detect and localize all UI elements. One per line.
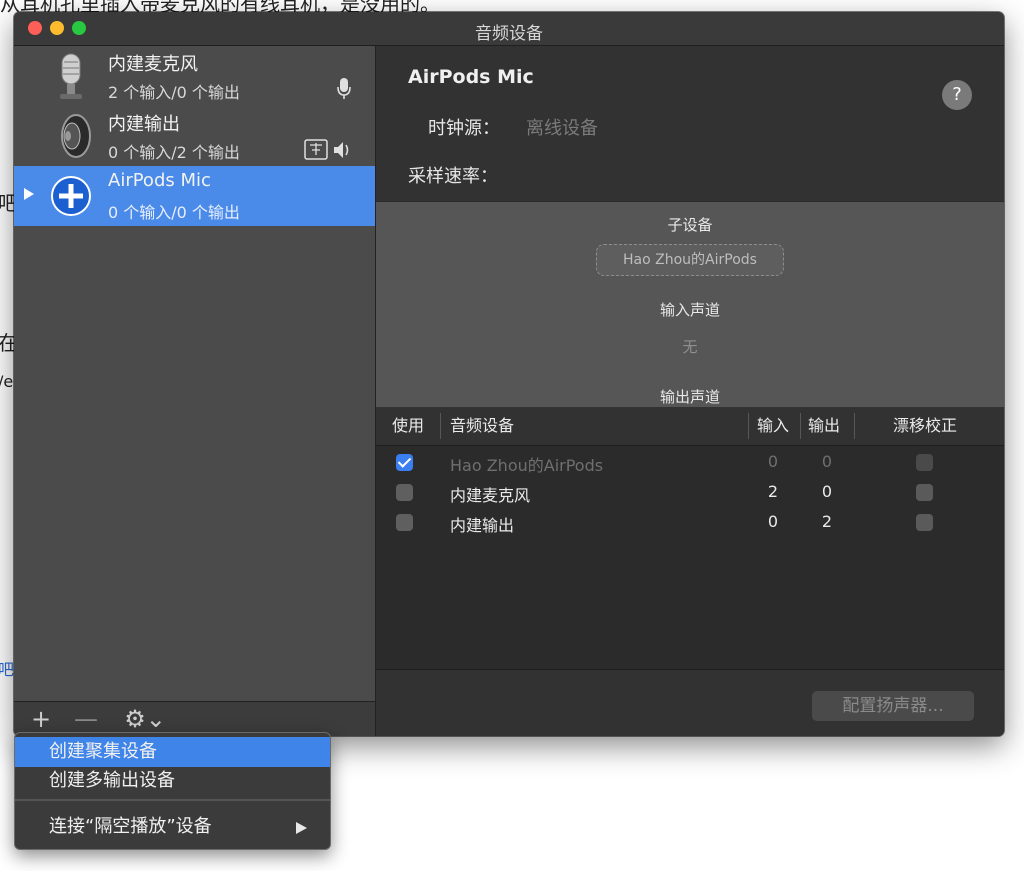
use-checkbox[interactable] xyxy=(396,454,413,471)
aggregate-plus-icon xyxy=(51,176,91,216)
column-divider xyxy=(854,413,855,439)
column-divider xyxy=(440,413,441,439)
drift-correction-checkbox[interactable] xyxy=(916,454,933,471)
row-device-name: 内建麦克风 xyxy=(450,486,531,505)
clock-source-label: 时钟源： xyxy=(428,118,500,139)
mic-small-icon xyxy=(337,78,351,99)
gear-popup-menu: 创建聚集设备 创建多输出设备 连接“隔空播放”设备 xyxy=(14,732,331,850)
table-row: Hao Zhou的AirPods 0 0 xyxy=(376,448,1004,478)
sample-rate-label: 采样速率： xyxy=(408,166,498,187)
menu-item-create-aggregate[interactable]: 创建聚集设备 xyxy=(15,737,330,767)
help-button[interactable]: ? xyxy=(942,80,972,110)
column-header-output[interactable]: 输出 xyxy=(808,407,840,445)
disclosure-triangle-icon[interactable] xyxy=(24,188,34,200)
background-fragment: 吧 xyxy=(0,660,15,679)
device-io-summary: 0 个输入/0 个输出 xyxy=(108,203,240,222)
table-header: 使用 音频设备 输入 输出 漂移校正 xyxy=(376,407,1004,446)
column-header-input[interactable]: 输入 xyxy=(757,407,789,445)
subdevices-heading: 子设备 xyxy=(667,216,713,234)
row-input-count: 0 xyxy=(767,452,779,471)
column-divider xyxy=(800,413,801,439)
menu-separator xyxy=(15,799,330,801)
gear-menu-button[interactable]: ⚙⌄ xyxy=(122,702,168,736)
speaker-icon xyxy=(61,114,91,158)
menu-item-label: 连接“隔空播放”设备 xyxy=(49,816,212,837)
subdevice-chip[interactable]: Hao Zhou的AirPods xyxy=(596,244,784,276)
output-channels-heading: 输出声道 xyxy=(659,388,720,406)
subdevice-table: 使用 音频设备 输入 输出 漂移校正 Hao Zhou的AirPods 0 0 … xyxy=(376,407,1004,669)
menu-item-connect-airplay[interactable]: 连接“隔空播放”设备 xyxy=(15,812,330,842)
device-name: 内建输出 xyxy=(108,114,180,135)
table-row: 内建输出 0 2 xyxy=(376,508,1004,538)
input-channels-heading: 输入声道 xyxy=(659,301,720,319)
column-header-device[interactable]: 音频设备 xyxy=(450,407,514,445)
column-header-use[interactable]: 使用 xyxy=(392,407,424,445)
menu-item-create-multi-output[interactable]: 创建多输出设备 xyxy=(15,766,330,796)
device-item-builtin-output[interactable]: 内建输出 0 个输入/2 个输出 xyxy=(14,106,375,166)
add-device-button[interactable]: + xyxy=(30,702,52,736)
menu-item-label: 创建聚集设备 xyxy=(49,741,157,762)
audio-devices-window: 音频设备 内建麦克风 2 个输入/0 个输出 内建输出 0 个输入/2 个输出 … xyxy=(14,12,1004,736)
device-io-summary: 0 个输入/2 个输出 xyxy=(108,143,240,162)
submenu-arrow-icon xyxy=(296,822,307,834)
device-item-builtin-mic[interactable]: 内建麦克风 2 个输入/0 个输出 xyxy=(14,46,375,106)
row-output-count: 0 xyxy=(821,452,833,471)
row-output-count: 2 xyxy=(821,512,833,531)
title-bar[interactable]: 音频设备 xyxy=(14,12,1004,46)
device-item-airpods-mic[interactable]: AirPods Mic 0 个输入/0 个输出 xyxy=(14,166,375,226)
remove-device-button[interactable]: — xyxy=(74,702,98,736)
row-input-count: 0 xyxy=(767,512,779,531)
menu-item-label: 创建多输出设备 xyxy=(49,770,175,791)
row-output-count: 0 xyxy=(821,482,833,501)
sidebar-footer: + — ⚙⌄ xyxy=(14,701,376,736)
input-channels-value: 无 xyxy=(682,338,698,356)
device-detail-panel: AirPods Mic ? 时钟源： 离线设备 采样速率： 子设备 Hao Zh… xyxy=(376,46,1004,736)
clock-source-value[interactable]: 离线设备 xyxy=(526,114,598,140)
row-device-name: Hao Zhou的AirPods xyxy=(450,456,604,475)
device-io-summary: 2 个输入/0 个输出 xyxy=(108,83,240,102)
use-checkbox[interactable] xyxy=(396,514,413,531)
drift-correction-checkbox[interactable] xyxy=(916,514,933,531)
column-header-drift[interactable]: 漂移校正 xyxy=(893,407,957,445)
device-name: 内建麦克风 xyxy=(108,54,198,75)
microphone-icon xyxy=(60,53,82,99)
drift-correction-checkbox[interactable] xyxy=(916,484,933,501)
configure-speakers-button[interactable]: 配置扬声器... xyxy=(812,691,974,721)
device-title: AirPods Mic xyxy=(408,66,534,88)
column-divider xyxy=(748,413,749,439)
subdevice-panel: 子设备 Hao Zhou的AirPods 输入声道 无 输出声道 xyxy=(376,201,1004,408)
background-fragment: /e xyxy=(0,372,14,391)
table-row: 内建麦克风 2 0 xyxy=(376,478,1004,508)
finder-speaker-icon xyxy=(304,139,349,160)
row-device-name: 内建输出 xyxy=(450,516,515,535)
window-title: 音频设备 xyxy=(475,24,543,44)
device-name: AirPods Mic xyxy=(108,170,211,191)
config-area: 配置扬声器... xyxy=(376,669,1004,736)
device-list-sidebar: 内建麦克风 2 个输入/0 个输出 内建输出 0 个输入/2 个输出 AirPo… xyxy=(14,46,376,701)
row-input-count: 2 xyxy=(767,482,779,501)
use-checkbox[interactable] xyxy=(396,484,413,501)
